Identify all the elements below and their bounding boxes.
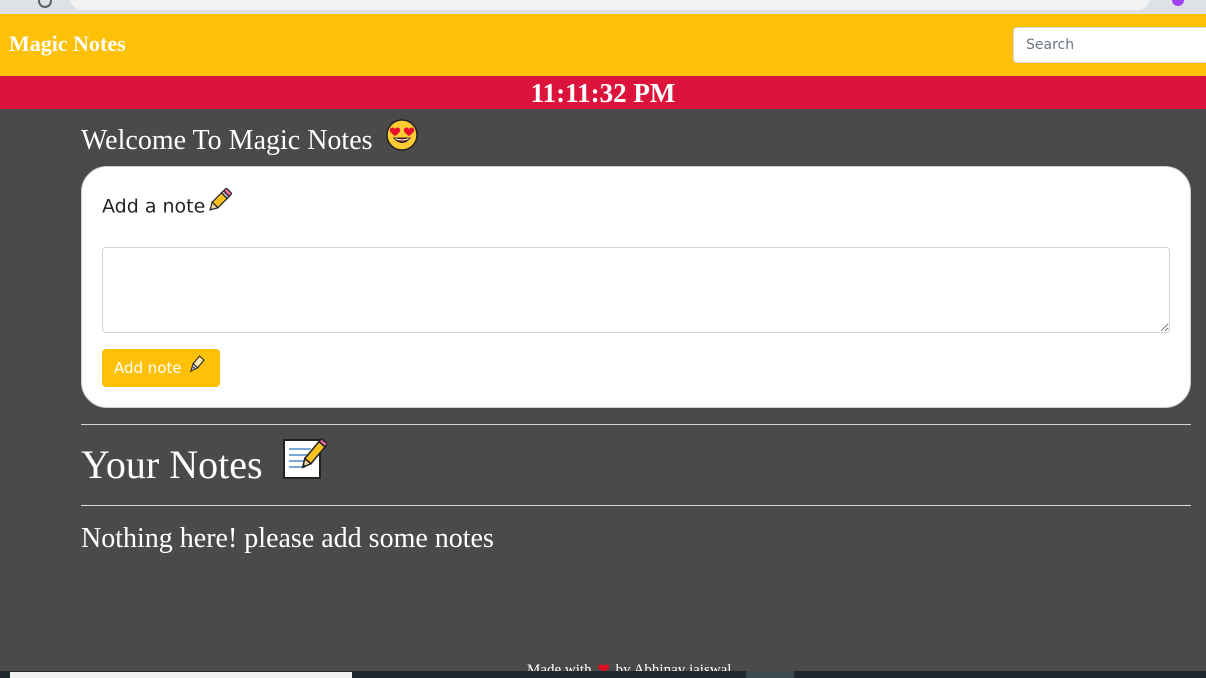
welcome-text: Welcome To Magic Notes — [81, 125, 373, 156]
taskbar-search[interactable] — [10, 672, 352, 678]
empty-notes-message: Nothing here! please add some notes — [81, 523, 494, 554]
os-taskbar — [0, 671, 1206, 678]
your-notes-heading: Your Notes — [81, 435, 329, 495]
add-note-title-text: Add a note — [102, 195, 206, 218]
add-note-card: Add a note Add note — [81, 166, 1191, 408]
pen-icon — [186, 354, 206, 379]
extension-icon[interactable] — [1172, 0, 1184, 6]
add-note-button[interactable]: Add note — [102, 349, 220, 387]
add-note-button-label: Add note — [114, 358, 182, 377]
divider — [81, 424, 1191, 425]
brand-logo[interactable]: Magic Notes — [9, 31, 126, 57]
navbar: Magic Notes — [0, 14, 1206, 76]
add-note-title: Add a note — [102, 188, 235, 223]
welcome-heading: Welcome To Magic Notes — [81, 118, 418, 161]
clock-time: 11:11:32 PM — [530, 78, 676, 108]
memo-icon — [281, 435, 329, 495]
heart-eyes-face-icon — [385, 118, 418, 161]
clock-bar: 11:11:32 PM — [0, 76, 1206, 109]
reload-icon[interactable] — [38, 0, 52, 8]
taskbar-active-app[interactable] — [746, 671, 794, 678]
pencil-icon — [205, 185, 235, 223]
divider — [81, 505, 1191, 506]
note-textarea[interactable] — [102, 247, 1170, 333]
address-bar[interactable] — [70, 0, 1150, 10]
your-notes-text: Your Notes — [81, 442, 263, 487]
search-input[interactable] — [1013, 27, 1206, 63]
browser-chrome — [0, 0, 1206, 14]
